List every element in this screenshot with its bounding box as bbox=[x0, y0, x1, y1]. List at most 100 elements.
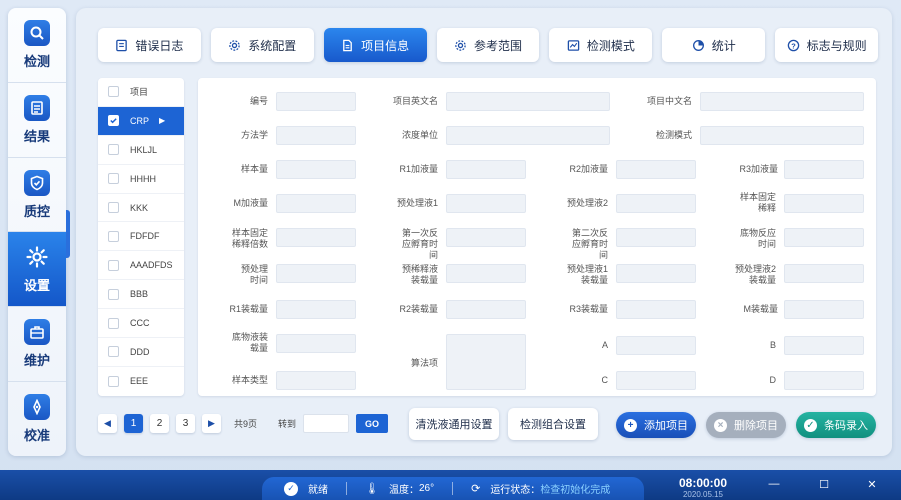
page-button-2[interactable]: 2 bbox=[150, 414, 169, 433]
nav-item-qc[interactable]: 质控 bbox=[8, 158, 66, 233]
d-input[interactable] bbox=[784, 371, 864, 390]
item-checkbox[interactable] bbox=[108, 375, 119, 387]
list-item[interactable]: BBB bbox=[98, 280, 184, 310]
item-checkbox[interactable] bbox=[108, 346, 119, 358]
m-load-input[interactable] bbox=[784, 300, 864, 319]
tab-flags-rules[interactable]: ? 标志与规则 bbox=[775, 28, 879, 62]
pretreat1-load-input[interactable] bbox=[616, 264, 696, 283]
first-incubation-input[interactable] bbox=[446, 228, 526, 247]
tab-detection-mode[interactable]: 检测模式 bbox=[549, 28, 653, 62]
sample-vol-label: 样本量 bbox=[240, 164, 268, 174]
list-item-label: CRP bbox=[130, 115, 150, 126]
wash-settings-button[interactable]: 清洗液通用设置 bbox=[409, 408, 499, 440]
nav-item-settings[interactable]: 设置 bbox=[8, 232, 66, 308]
conc-unit-input[interactable] bbox=[446, 126, 610, 145]
m-load-label: M装载量 bbox=[743, 304, 779, 314]
c-input[interactable] bbox=[616, 371, 696, 390]
main-nav: 检测 结果 质控 设置 维护 校准 bbox=[8, 8, 66, 456]
prediluent-load-input[interactable] bbox=[446, 264, 526, 283]
sample-dilution-factor-input[interactable] bbox=[276, 228, 356, 247]
tab-label: 项目信息 bbox=[361, 38, 410, 53]
list-item[interactable]: CCC bbox=[98, 309, 184, 339]
a-input[interactable] bbox=[616, 336, 696, 355]
nav-item-calibration[interactable]: 校准 bbox=[8, 382, 66, 456]
maximize-icon[interactable]: ☐ bbox=[812, 476, 836, 492]
r1-load-input[interactable] bbox=[276, 300, 356, 319]
list-item[interactable]: DDD bbox=[98, 338, 184, 367]
r1-vol-label: R1加液量 bbox=[399, 164, 438, 174]
goto-page-input[interactable] bbox=[303, 414, 350, 433]
pretreat1-input[interactable] bbox=[446, 194, 526, 213]
code-input[interactable] bbox=[276, 92, 356, 111]
list-item[interactable]: HKLJL bbox=[98, 136, 184, 165]
close-icon[interactable]: ✕ bbox=[860, 476, 884, 492]
r2-vol-input[interactable] bbox=[616, 160, 696, 179]
button-label: 条码录入 bbox=[824, 420, 868, 432]
next-page-button[interactable]: ▶ bbox=[202, 414, 221, 433]
r3-load-input[interactable] bbox=[616, 300, 696, 319]
sample-vol-input[interactable] bbox=[276, 160, 356, 179]
method-input[interactable] bbox=[276, 126, 356, 145]
item-checkbox[interactable] bbox=[108, 115, 119, 127]
pretreat-time-input[interactable] bbox=[276, 264, 356, 283]
select-all-checkbox[interactable] bbox=[108, 86, 119, 98]
barcode-entry-button[interactable]: ✓ 条码录入 bbox=[796, 412, 876, 438]
r2-load-input[interactable] bbox=[446, 300, 526, 319]
delete-item-button[interactable]: × 删除项目 bbox=[706, 412, 786, 438]
item-checkbox[interactable] bbox=[108, 288, 119, 300]
list-item[interactable]: CRP ▶ bbox=[98, 106, 184, 136]
nav-item-results[interactable]: 结果 bbox=[8, 83, 66, 158]
page-button-3[interactable]: 3 bbox=[176, 414, 195, 433]
detect-mode-input[interactable] bbox=[700, 126, 864, 145]
name-en-input[interactable] bbox=[446, 92, 610, 111]
minimize-icon[interactable]: — bbox=[762, 476, 786, 492]
substrate-load-input[interactable] bbox=[276, 334, 356, 353]
nav-item-maintenance[interactable]: 维护 bbox=[8, 307, 66, 383]
tab-label: 标志与规则 bbox=[806, 38, 867, 53]
add-item-button[interactable]: + 添加项目 bbox=[616, 412, 696, 438]
item-checkbox[interactable] bbox=[108, 202, 119, 213]
list-item-label: EEE bbox=[130, 376, 149, 387]
combo-settings-button[interactable]: 检测组合设置 bbox=[508, 408, 598, 440]
tab-statistics[interactable]: 统计 bbox=[662, 28, 766, 62]
b-input[interactable] bbox=[784, 336, 864, 355]
r3-vol-input[interactable] bbox=[784, 160, 864, 179]
check-icon: ✓ bbox=[284, 481, 298, 496]
list-header[interactable]: 项目 bbox=[98, 78, 184, 107]
algorithm-input[interactable] bbox=[446, 334, 526, 390]
substrate-time-input[interactable] bbox=[784, 228, 864, 247]
go-button[interactable]: GO bbox=[356, 414, 389, 433]
prev-page-button[interactable]: ◀ bbox=[98, 414, 117, 433]
list-item[interactable]: FDFDF bbox=[98, 222, 184, 252]
name-cn-input[interactable] bbox=[700, 92, 864, 111]
item-checkbox[interactable] bbox=[108, 230, 119, 242]
list-item[interactable]: AAADFDS bbox=[98, 251, 184, 281]
tab-reference-range[interactable]: 参考范围 bbox=[436, 28, 540, 62]
pretreat2-input[interactable] bbox=[616, 194, 696, 213]
item-checkbox[interactable] bbox=[108, 259, 119, 271]
temperature-value: 26° bbox=[418, 483, 435, 494]
second-incubation-input[interactable] bbox=[616, 228, 696, 247]
list-item[interactable]: EEE bbox=[98, 367, 184, 396]
item-checkbox[interactable] bbox=[108, 317, 119, 329]
list-item[interactable]: KKK bbox=[98, 194, 184, 223]
pretreat1-load-label: 预处理液1装载量 bbox=[566, 264, 608, 285]
name-en-label: 项目英文名 bbox=[392, 96, 438, 106]
nav-item-detect[interactable]: 检测 bbox=[8, 8, 66, 83]
tab-project-info[interactable]: 项目信息 bbox=[323, 28, 427, 62]
page-button-1[interactable]: 1 bbox=[124, 414, 143, 433]
sample-type-select[interactable] bbox=[276, 371, 356, 390]
item-checkbox[interactable] bbox=[108, 144, 119, 156]
tab-system-config[interactable]: 系统配置 bbox=[210, 28, 314, 62]
compass-icon bbox=[24, 394, 50, 421]
name-cn-label: 项目中文名 bbox=[646, 96, 692, 106]
r1-vol-input[interactable] bbox=[446, 160, 526, 179]
list-item[interactable]: HHHH bbox=[98, 165, 184, 194]
list-item-label: BBB bbox=[130, 289, 149, 300]
pretreat2-load-input[interactable] bbox=[784, 264, 864, 283]
item-checkbox[interactable] bbox=[108, 173, 119, 185]
tab-error-log[interactable]: 错误日志 bbox=[98, 28, 201, 62]
sample-fixed-dilution-input[interactable] bbox=[784, 194, 864, 213]
tab-label: 系统配置 bbox=[248, 38, 297, 53]
m-vol-input[interactable] bbox=[276, 194, 356, 213]
